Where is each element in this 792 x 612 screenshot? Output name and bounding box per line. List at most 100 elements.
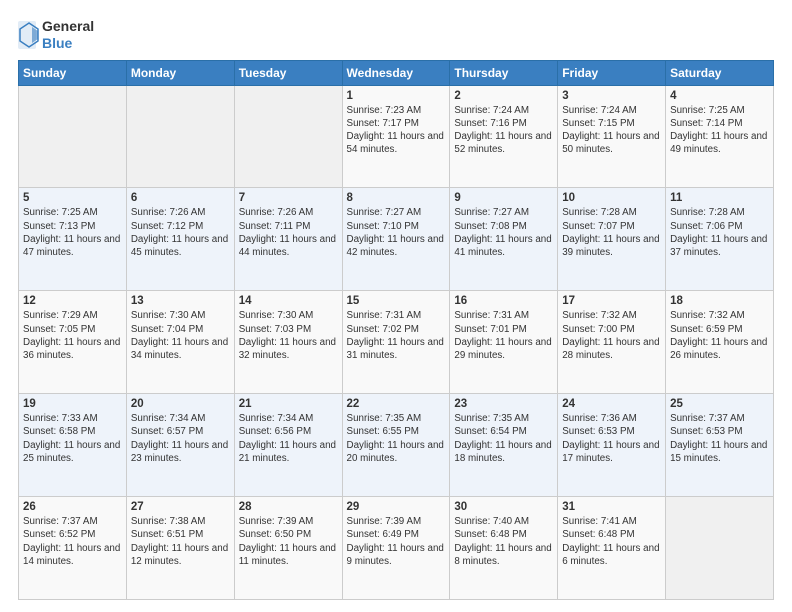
day-number: 16 bbox=[454, 295, 553, 307]
page: General Blue SundayMondayTuesdayWednesda… bbox=[0, 0, 792, 612]
day-info: Sunrise: 7:27 AM Sunset: 7:10 PM Dayligh… bbox=[347, 206, 446, 259]
day-number: 23 bbox=[454, 398, 553, 410]
day-cell: 5 Sunrise: 7:25 AM Sunset: 7:13 PM Daylig… bbox=[19, 188, 127, 291]
day-number: 30 bbox=[454, 501, 553, 513]
day-info: Sunrise: 7:32 AM Sunset: 7:00 PM Dayligh… bbox=[562, 309, 661, 362]
header-cell-tuesday: Tuesday bbox=[234, 60, 342, 85]
week-row-1: 1 Sunrise: 7:23 AM Sunset: 7:17 PM Daylig… bbox=[19, 85, 774, 188]
day-cell: 7Sunrise: 7:26 AM Sunset: 7:11 PM Daylig… bbox=[234, 188, 342, 291]
day-info: Sunrise: 7:32 AM Sunset: 6:59 PM Dayligh… bbox=[670, 309, 769, 362]
day-number: 12 bbox=[23, 295, 122, 307]
day-info: Sunrise: 7:39 AM Sunset: 6:50 PM Dayligh… bbox=[239, 515, 338, 568]
day-number: 6 bbox=[131, 192, 230, 204]
day-number: 19 bbox=[23, 398, 122, 410]
day-info: Sunrise: 7:29 AM Sunset: 7:05 PM Dayligh… bbox=[23, 309, 122, 362]
day-cell: 28 Sunrise: 7:39 AM Sunset: 6:50 PM Dayli… bbox=[234, 497, 342, 600]
day-info: Sunrise: 7:23 AM Sunset: 7:17 PM Dayligh… bbox=[347, 104, 446, 157]
day-number: 31 bbox=[562, 501, 661, 513]
week-row-2: 5 Sunrise: 7:25 AM Sunset: 7:13 PM Daylig… bbox=[19, 188, 774, 291]
day-info: Sunrise: 7:40 AM Sunset: 6:48 PM Dayligh… bbox=[454, 515, 553, 568]
header-cell-monday: Monday bbox=[126, 60, 234, 85]
day-number: 3 bbox=[562, 90, 661, 102]
day-cell: 16 Sunrise: 7:31 AM Sunset: 7:01 PM Dayli… bbox=[450, 291, 558, 394]
day-info: Sunrise: 7:34 AM Sunset: 6:57 PM Dayligh… bbox=[131, 412, 230, 465]
calendar-header: SundayMondayTuesdayWednesdayThursdayFrid… bbox=[19, 60, 774, 85]
day-cell: 21 Sunrise: 7:34 AM Sunset: 6:56 PM Dayli… bbox=[234, 394, 342, 497]
day-info: Sunrise: 7:31 AM Sunset: 7:02 PM Dayligh… bbox=[347, 309, 446, 362]
week-row-5: 26 Sunrise: 7:37 AM Sunset: 6:52 PM Dayli… bbox=[19, 497, 774, 600]
header-row: SundayMondayTuesdayWednesdayThursdayFrid… bbox=[19, 60, 774, 85]
day-cell: 19 Sunrise: 7:33 AM Sunset: 6:58 PM Dayli… bbox=[19, 394, 127, 497]
day-cell: 23 Sunrise: 7:35 AM Sunset: 6:54 PM Dayli… bbox=[450, 394, 558, 497]
day-info: Sunrise: 7:34 AM Sunset: 6:56 PM Dayligh… bbox=[239, 412, 338, 465]
day-cell: 24Sunrise: 7:36 AM Sunset: 6:53 PM Dayli… bbox=[558, 394, 666, 497]
day-info: Sunrise: 7:33 AM Sunset: 6:58 PM Dayligh… bbox=[23, 412, 122, 465]
day-number: 28 bbox=[239, 501, 338, 513]
day-info: Sunrise: 7:41 AM Sunset: 6:48 PM Dayligh… bbox=[562, 515, 661, 568]
day-cell: 10Sunrise: 7:28 AM Sunset: 7:07 PM Dayli… bbox=[558, 188, 666, 291]
day-cell: 15 Sunrise: 7:31 AM Sunset: 7:02 PM Dayli… bbox=[342, 291, 450, 394]
day-cell bbox=[126, 85, 234, 188]
day-cell bbox=[19, 85, 127, 188]
day-number: 5 bbox=[23, 192, 122, 204]
day-cell: 27Sunrise: 7:38 AM Sunset: 6:51 PM Dayli… bbox=[126, 497, 234, 600]
day-cell: 2 Sunrise: 7:24 AM Sunset: 7:16 PM Daylig… bbox=[450, 85, 558, 188]
day-cell: 30 Sunrise: 7:40 AM Sunset: 6:48 PM Dayli… bbox=[450, 497, 558, 600]
day-number: 24 bbox=[562, 398, 661, 410]
day-cell: 12 Sunrise: 7:29 AM Sunset: 7:05 PM Dayli… bbox=[19, 291, 127, 394]
day-number: 13 bbox=[131, 295, 230, 307]
day-number: 11 bbox=[670, 192, 769, 204]
day-number: 10 bbox=[562, 192, 661, 204]
day-cell bbox=[234, 85, 342, 188]
header: General Blue bbox=[18, 18, 774, 52]
day-number: 7 bbox=[239, 192, 338, 204]
day-info: Sunrise: 7:25 AM Sunset: 7:14 PM Dayligh… bbox=[670, 104, 769, 157]
day-info: Sunrise: 7:30 AM Sunset: 7:03 PM Dayligh… bbox=[239, 309, 338, 362]
day-cell: 31 Sunrise: 7:41 AM Sunset: 6:48 PM Dayli… bbox=[558, 497, 666, 600]
day-number: 17 bbox=[562, 295, 661, 307]
day-cell: 13 Sunrise: 7:30 AM Sunset: 7:04 PM Dayli… bbox=[126, 291, 234, 394]
day-number: 29 bbox=[347, 501, 446, 513]
day-cell: 11 Sunrise: 7:28 AM Sunset: 7:06 PM Dayli… bbox=[666, 188, 774, 291]
day-number: 25 bbox=[670, 398, 769, 410]
day-number: 14 bbox=[239, 295, 338, 307]
day-info: Sunrise: 7:27 AM Sunset: 7:08 PM Dayligh… bbox=[454, 206, 553, 259]
day-info: Sunrise: 7:37 AM Sunset: 6:52 PM Dayligh… bbox=[23, 515, 122, 568]
header-cell-friday: Friday bbox=[558, 60, 666, 85]
week-row-4: 19 Sunrise: 7:33 AM Sunset: 6:58 PM Dayli… bbox=[19, 394, 774, 497]
day-cell: 8Sunrise: 7:27 AM Sunset: 7:10 PM Daylig… bbox=[342, 188, 450, 291]
day-number: 22 bbox=[347, 398, 446, 410]
day-info: Sunrise: 7:38 AM Sunset: 6:51 PM Dayligh… bbox=[131, 515, 230, 568]
day-cell: 9Sunrise: 7:27 AM Sunset: 7:08 PM Daylig… bbox=[450, 188, 558, 291]
day-info: Sunrise: 7:28 AM Sunset: 7:06 PM Dayligh… bbox=[670, 206, 769, 259]
day-number: 1 bbox=[347, 90, 446, 102]
day-cell: 18Sunrise: 7:32 AM Sunset: 6:59 PM Dayli… bbox=[666, 291, 774, 394]
day-number: 4 bbox=[670, 90, 769, 102]
day-info: Sunrise: 7:25 AM Sunset: 7:13 PM Dayligh… bbox=[23, 206, 122, 259]
day-number: 26 bbox=[23, 501, 122, 513]
day-info: Sunrise: 7:30 AM Sunset: 7:04 PM Dayligh… bbox=[131, 309, 230, 362]
header-cell-saturday: Saturday bbox=[666, 60, 774, 85]
header-cell-wednesday: Wednesday bbox=[342, 60, 450, 85]
calendar-table: SundayMondayTuesdayWednesdayThursdayFrid… bbox=[18, 60, 774, 600]
logo: General Blue bbox=[18, 18, 94, 52]
logo-emblem-icon bbox=[18, 21, 40, 49]
logo-blue: Blue bbox=[42, 35, 94, 52]
day-number: 21 bbox=[239, 398, 338, 410]
day-number: 15 bbox=[347, 295, 446, 307]
day-info: Sunrise: 7:24 AM Sunset: 7:16 PM Dayligh… bbox=[454, 104, 553, 157]
day-cell bbox=[666, 497, 774, 600]
day-info: Sunrise: 7:26 AM Sunset: 7:12 PM Dayligh… bbox=[131, 206, 230, 259]
day-cell: 14 Sunrise: 7:30 AM Sunset: 7:03 PM Dayli… bbox=[234, 291, 342, 394]
day-info: Sunrise: 7:39 AM Sunset: 6:49 PM Dayligh… bbox=[347, 515, 446, 568]
day-info: Sunrise: 7:35 AM Sunset: 6:54 PM Dayligh… bbox=[454, 412, 553, 465]
day-number: 2 bbox=[454, 90, 553, 102]
day-cell: 22Sunrise: 7:35 AM Sunset: 6:55 PM Dayli… bbox=[342, 394, 450, 497]
day-cell: 17 Sunrise: 7:32 AM Sunset: 7:00 PM Dayli… bbox=[558, 291, 666, 394]
day-cell: 3Sunrise: 7:24 AM Sunset: 7:15 PM Daylig… bbox=[558, 85, 666, 188]
logo-general: General bbox=[42, 18, 94, 35]
day-cell: 4 Sunrise: 7:25 AM Sunset: 7:14 PM Daylig… bbox=[666, 85, 774, 188]
header-cell-sunday: Sunday bbox=[19, 60, 127, 85]
day-info: Sunrise: 7:31 AM Sunset: 7:01 PM Dayligh… bbox=[454, 309, 553, 362]
day-info: Sunrise: 7:37 AM Sunset: 6:53 PM Dayligh… bbox=[670, 412, 769, 465]
